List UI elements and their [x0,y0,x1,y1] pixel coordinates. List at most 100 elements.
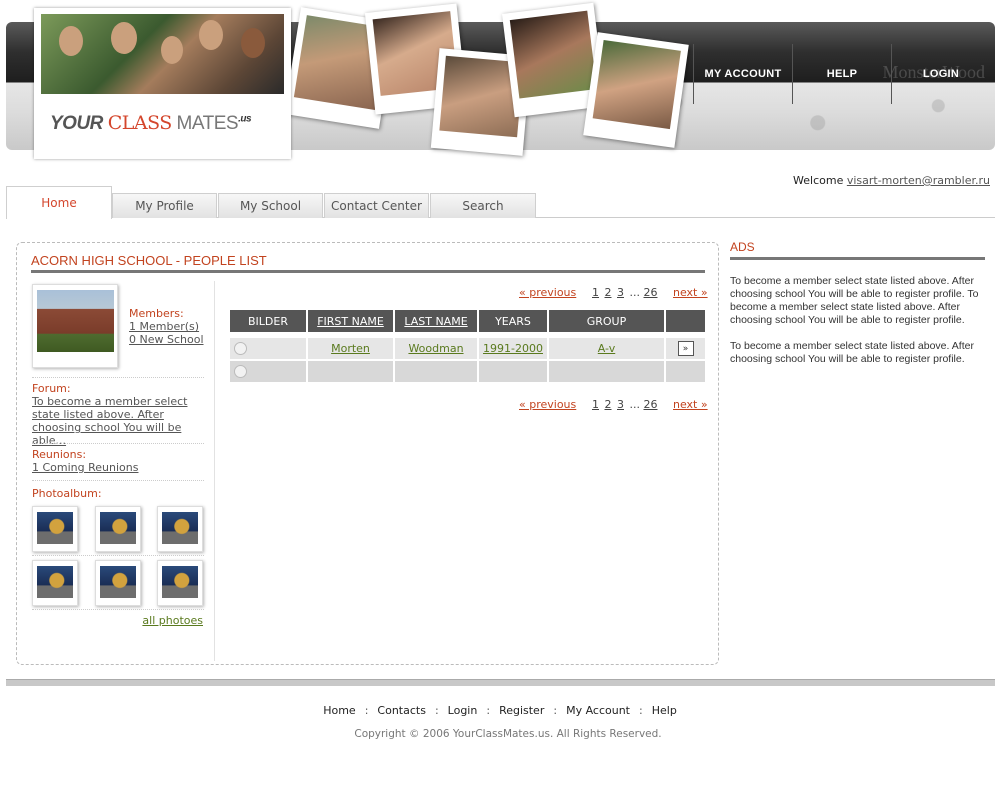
page-ellipsis: ... [629,398,641,411]
ads-paragraph: To become a member select state listed a… [730,275,979,326]
row-avatar-cell [230,338,306,359]
col-last-name[interactable]: LAST NAME [395,310,477,332]
next-page-link[interactable]: next » [673,286,708,299]
divider [32,555,204,556]
reunions-label: Reunions: [32,448,87,461]
empty-cell [308,361,393,382]
pagination-bottom: « previous 1 2 3 ... 26 next » [230,398,708,412]
header-photo [583,32,689,148]
page-1-link[interactable]: 1 [592,286,599,299]
row-years-link[interactable]: 1991-2000 [479,338,547,359]
top-nav: MY ACCOUNT HELP LOGIN [693,44,990,104]
new-school-link[interactable]: 0 New School [129,333,204,346]
footer-contacts-link[interactable]: Contacts [377,704,426,717]
site-logo[interactable]: YOUR CLASS MATES.us [34,8,291,159]
row-last-name-link[interactable]: Woodman [395,338,477,359]
ads-underline [730,257,985,260]
forum-label: Forum: [32,382,71,395]
col-group: GROUP [549,310,664,332]
view-profile-button[interactable]: » [677,341,694,356]
ads-content: To become a member select state listed a… [730,275,988,366]
photoalbum-label: Photoalbum: [32,487,102,500]
page-numbers: 1 2 3 ... 26 [592,286,660,299]
page-last-link[interactable]: 26 [644,286,658,299]
next-page-link[interactable]: next » [673,398,708,411]
nav-help[interactable]: HELP [792,44,891,104]
tab-my-profile[interactable]: My Profile [112,193,217,218]
empty-cell [395,361,477,382]
row-avatar-cell [230,361,306,382]
reunions-link[interactable]: 1 Coming Reunions [32,461,138,474]
col-first-name[interactable]: FIRST NAME [308,310,393,332]
divider [32,443,204,444]
tab-home[interactable]: Home [6,186,112,219]
divider [32,609,204,610]
separator: : [553,704,558,717]
footer-login-link[interactable]: Login [448,704,478,717]
previous-page-link[interactable]: « previous [519,398,576,411]
separator: : [486,704,491,717]
nav-my-account[interactable]: MY ACCOUNT [693,44,792,104]
nav-login[interactable]: LOGIN [891,44,990,104]
logo-group-photo [41,14,284,94]
user-placeholder-icon [234,365,247,378]
page-title: ACORN HIGH SCHOOL - PEOPLE LIST [31,253,267,268]
col-years: YEARS [479,310,547,332]
footer-my-account-link[interactable]: My Account [566,704,630,717]
previous-page-link[interactable]: « previous [519,286,576,299]
separator: : [364,704,369,717]
photo-thumbnail[interactable] [95,506,141,552]
footer-help-link[interactable]: Help [652,704,677,717]
title-underline [31,270,705,273]
all-photos-link[interactable]: all photoes [142,614,203,627]
forum-link[interactable]: To become a member select state listed a… [32,395,207,447]
page-numbers: 1 2 3 ... 26 [592,398,660,411]
tab-my-school[interactable]: My School [218,193,323,218]
page-3-link[interactable]: 3 [617,398,624,411]
page-ellipsis: ... [629,286,641,299]
footer-home-link[interactable]: Home [323,704,355,717]
table-row-empty [230,361,705,382]
empty-cell [549,361,664,382]
main-tabs: Home My Profile My School Contact Center… [6,186,995,219]
table-row: Morten Woodman 1991-2000 A-v » [230,338,705,359]
page-2-link[interactable]: 2 [605,286,612,299]
divider [32,480,204,481]
tab-contact-center[interactable]: Contact Center [324,193,429,218]
photo-thumbnail[interactable] [95,560,141,606]
empty-cell [666,361,705,382]
page-1-link[interactable]: 1 [592,398,599,411]
page-3-link[interactable]: 3 [617,286,624,299]
members-label: Members: [129,307,184,320]
col-action [666,310,705,332]
page-2-link[interactable]: 2 [605,398,612,411]
divider [32,377,204,378]
logo-wordmark: YOUR CLASS MATES.us [50,112,252,134]
school-photo[interactable] [32,284,118,368]
photo-thumbnail[interactable] [32,560,78,606]
pagination-top: « previous 1 2 3 ... 26 next » [230,286,708,300]
footer-register-link[interactable]: Register [499,704,544,717]
footer-bar [6,679,995,686]
main-panel: ACORN HIGH SCHOOL - PEOPLE LIST Members:… [16,242,719,665]
separator: : [434,704,439,717]
row-action-cell: » [666,338,705,359]
empty-cell [479,361,547,382]
members-count-link[interactable]: 1 Member(s) [129,320,199,333]
footer-nav: Home: Contacts: Login: Register: My Account:… [0,704,1000,717]
row-group-link[interactable]: A-v [549,338,664,359]
col-bilder: BILDER [230,310,306,332]
ads-paragraph: To become a member select state listed a… [730,340,974,365]
row-first-name-link[interactable]: Morten [308,338,393,359]
photo-thumbnail[interactable] [157,506,203,552]
copyright: Copyright © 2006 YourClassMates.us. All … [354,728,662,740]
photo-thumbnail[interactable] [157,560,203,606]
column-divider [214,281,215,661]
ads-title: ADS [730,240,755,254]
tab-search[interactable]: Search [430,193,536,218]
page-last-link[interactable]: 26 [644,398,658,411]
separator: : [639,704,643,717]
user-icon [234,342,247,355]
table-header: BILDER FIRST NAME LAST NAME YEARS GROUP [230,310,705,332]
photo-thumbnail[interactable] [32,506,78,552]
